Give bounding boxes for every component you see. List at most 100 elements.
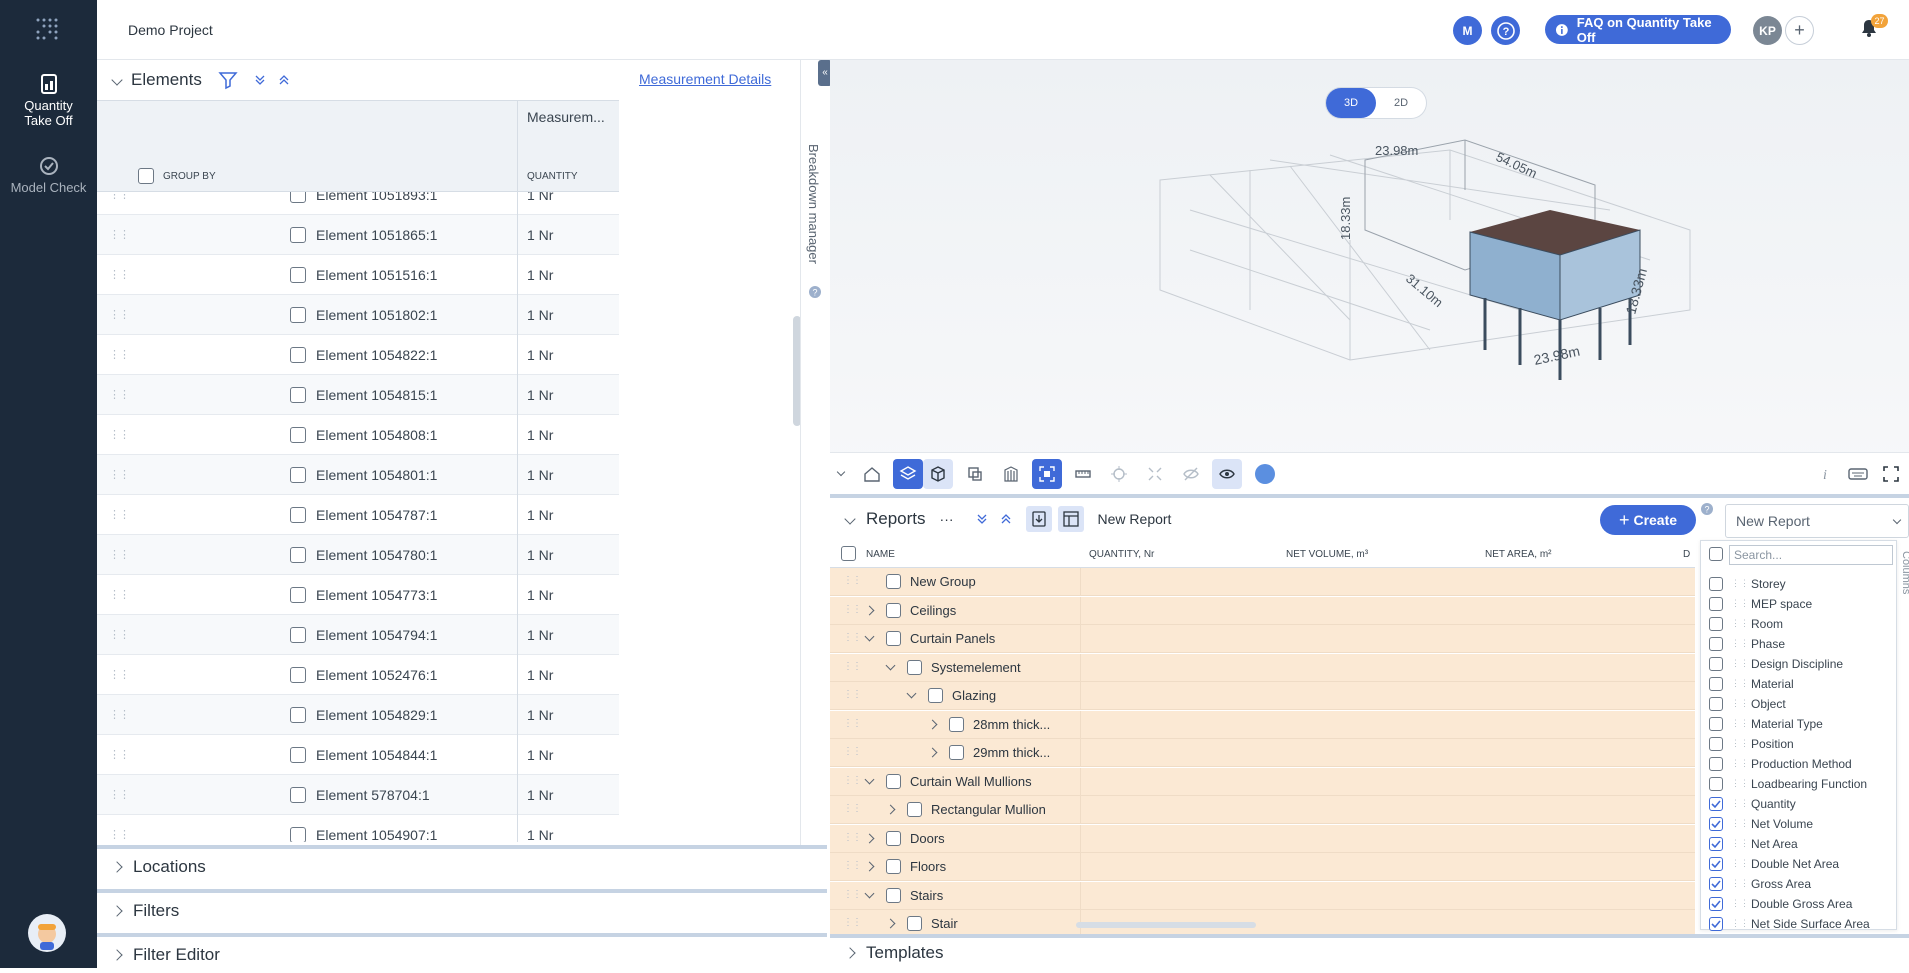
column-option[interactable]: ⋮⋮ Phase [1701,635,1891,655]
drag-handle-icon[interactable]: ⋮⋮ [843,775,862,786]
column-option[interactable]: ⋮⋮ Production Method [1701,755,1891,775]
select-all-checkbox[interactable] [841,546,856,561]
drag-handle-icon[interactable]: ⋮⋮ [109,628,130,641]
column-option[interactable]: ⋮⋮ Design Discipline [1701,655,1891,675]
help-icon[interactable]: ? [808,285,822,299]
column-option-checkbox[interactable] [1709,877,1723,891]
report-row[interactable]: ⋮⋮ Stairs [830,881,1695,910]
color-button[interactable] [1250,459,1280,489]
report-row[interactable]: ⋮⋮ Ceilings [830,596,1695,625]
drag-handle-icon[interactable]: ⋮⋮ [843,604,862,615]
report-layout-button[interactable] [1057,506,1084,532]
table-row[interactable]: ⋮⋮ Element 1054794:1 1 Nr [97,614,619,655]
model-viewer[interactable]: 3D 2D 23.98m 54.05m 18.33m 31.10m 18.33m… [830,60,1909,490]
table-row[interactable]: ⋮⋮ Element 1054829:1 1 Nr [97,694,619,735]
row-checkbox[interactable] [290,506,306,523]
toggle-all-columns-checkbox[interactable] [1709,547,1723,561]
building-model[interactable]: 23.98m 54.05m 18.33m 31.10m 18.33m 23.98… [830,60,1909,450]
row-checkbox[interactable] [290,746,306,763]
home-view-button[interactable] [857,459,887,489]
drag-handle-icon[interactable]: ⋮⋮ [109,508,130,521]
drag-handle-icon[interactable]: ⋮⋮ [1731,778,1749,789]
chevron-right-icon[interactable] [927,719,938,729]
chevron-down-icon[interactable] [844,513,856,525]
row-checkbox[interactable] [886,859,901,874]
column-option-checkbox[interactable] [1709,697,1723,711]
drag-handle-icon[interactable]: ⋮⋮ [109,708,130,721]
drag-handle-icon[interactable]: ⋮⋮ [843,860,862,871]
drag-handle-icon[interactable]: ⋮⋮ [1731,898,1749,909]
row-checkbox[interactable] [886,830,901,846]
report-row[interactable]: ⋮⋮ Rectangular Mullion [830,796,1695,824]
column-option[interactable]: ⋮⋮ Room [1701,615,1891,635]
filters-section[interactable]: Filters [97,889,827,929]
table-row[interactable]: ⋮⋮ Element 1051893:1 1 Nr [97,192,619,215]
column-option[interactable]: ⋮⋮ Double Gross Area [1701,895,1891,915]
chevron-down-icon[interactable] [906,688,917,699]
avatar-kp[interactable]: KP [1753,16,1782,45]
row-checkbox[interactable] [928,688,943,703]
row-checkbox[interactable] [907,802,922,817]
column-option-checkbox[interactable] [1709,817,1723,831]
column-option[interactable]: ⋮⋮ Position [1701,735,1891,755]
faq-button[interactable]: FAQ on Quantity Take Off [1545,15,1731,45]
breakdown-manager-tab[interactable]: Breakdown manager ? [800,60,827,845]
row-checkbox[interactable] [290,346,306,363]
column-option[interactable]: ⋮⋮ Material [1701,675,1891,695]
row-checkbox[interactable] [290,826,306,842]
row-checkbox[interactable] [290,266,306,283]
row-checkbox[interactable] [290,786,306,803]
row-checkbox[interactable] [949,745,964,760]
row-checkbox[interactable] [290,386,306,403]
column-option-checkbox[interactable] [1709,837,1723,851]
row-checkbox[interactable] [290,546,306,563]
chevron-right-icon[interactable] [885,804,896,815]
drag-handle-icon[interactable]: ⋮⋮ [843,689,862,700]
column-option-checkbox[interactable] [1709,577,1723,591]
expand-all-icon[interactable] [254,74,266,86]
column-option[interactable]: ⋮⋮ MEP space [1701,595,1891,615]
drag-handle-icon[interactable]: ⋮⋮ [843,718,862,729]
row-checkbox[interactable] [907,916,922,931]
drag-handle-icon[interactable]: ⋮⋮ [843,661,862,672]
drag-handle-icon[interactable]: ⋮⋮ [843,575,862,586]
row-checkbox[interactable] [886,631,901,646]
column-header-d[interactable]: D [1683,549,1690,560]
drag-handle-icon[interactable]: ⋮⋮ [1731,678,1749,689]
column-option-checkbox[interactable] [1709,597,1723,611]
column-option-checkbox[interactable] [1709,797,1723,811]
column-search-input[interactable]: Search... [1729,545,1893,565]
drag-handle-icon[interactable]: ⋮⋮ [109,388,130,401]
row-checkbox[interactable] [290,466,306,483]
table-row[interactable]: ⋮⋮ Element 1052476:1 1 Nr [97,654,619,695]
drag-handle-icon[interactable]: ⋮⋮ [843,832,862,843]
column-option[interactable]: ⋮⋮ Gross Area [1701,875,1891,895]
column-option[interactable]: ⋮⋮ Double Net Area [1701,855,1891,875]
column-option[interactable]: ⋮⋮ Net Area [1701,835,1891,855]
drag-handle-icon[interactable]: ⋮⋮ [1731,658,1749,669]
filter-icon[interactable] [218,70,238,90]
drag-handle-icon[interactable]: ⋮⋮ [1731,818,1749,829]
table-row[interactable]: ⋮⋮ Element 1051516:1 1 Nr [97,254,619,295]
row-checkbox[interactable] [886,574,901,589]
column-header-net-volume[interactable]: NET VOLUME, m³ [1286,549,1368,560]
row-checkbox[interactable] [290,626,306,643]
row-checkbox[interactable] [886,887,901,903]
chevron-down-icon[interactable] [111,74,123,86]
layers-view-button[interactable] [893,459,923,489]
drag-handle-icon[interactable]: ⋮⋮ [1731,878,1749,889]
drag-handle-icon[interactable]: ⋮⋮ [1731,798,1749,809]
locations-section[interactable]: Locations [97,845,827,885]
drag-handle-icon[interactable]: ⋮⋮ [109,548,130,561]
column-option-checkbox[interactable] [1709,857,1723,871]
keyboard-button[interactable] [1843,459,1873,489]
drag-handle-icon[interactable]: ⋮⋮ [1731,698,1749,709]
drag-handle-icon[interactable]: ⋮⋮ [843,917,862,928]
row-checkbox[interactable] [290,306,306,323]
drag-handle-icon[interactable]: ⋮⋮ [843,746,862,757]
add-user-button[interactable]: + [1785,16,1814,45]
report-row[interactable]: ⋮⋮ New Group [830,568,1695,596]
drag-handle-icon[interactable]: ⋮⋮ [109,788,130,801]
row-checkbox[interactable] [907,659,922,675]
chevron-right-icon[interactable] [885,918,896,929]
